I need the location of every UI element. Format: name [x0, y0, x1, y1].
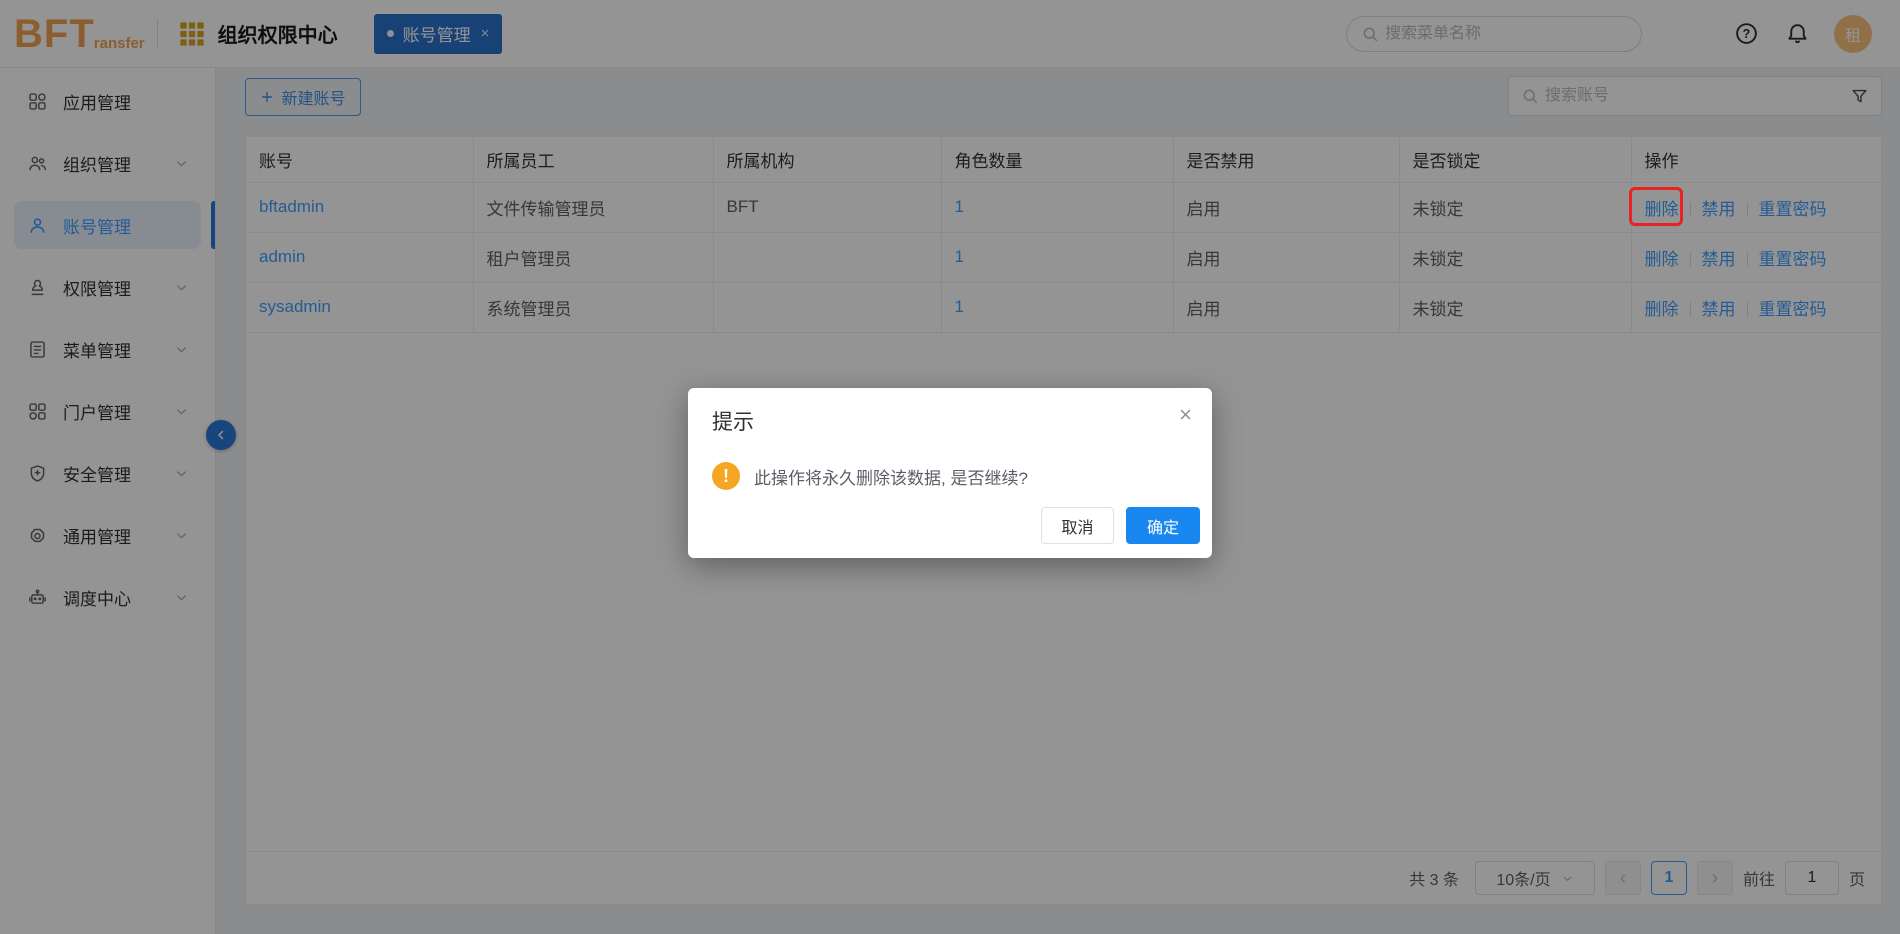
dialog-title: 提示	[712, 406, 1188, 436]
dialog-body: ! 此操作将永久删除该数据, 是否继续?	[712, 462, 1188, 490]
cancel-button[interactable]: 取消	[1041, 507, 1114, 544]
confirm-delete-dialog: 提示 × ! 此操作将永久删除该数据, 是否继续? 取消 确定	[688, 388, 1212, 558]
warning-icon: !	[712, 462, 740, 490]
dialog-footer: 取消 确定	[1041, 507, 1200, 544]
dialog-message: 此操作将永久删除该数据, 是否继续?	[754, 464, 1028, 489]
confirm-button[interactable]: 确定	[1126, 507, 1200, 544]
account-management-page: BFT ransfer 组织权限中心 账号管理 ×	[0, 0, 1900, 934]
dialog-close-icon[interactable]: ×	[1179, 404, 1192, 426]
